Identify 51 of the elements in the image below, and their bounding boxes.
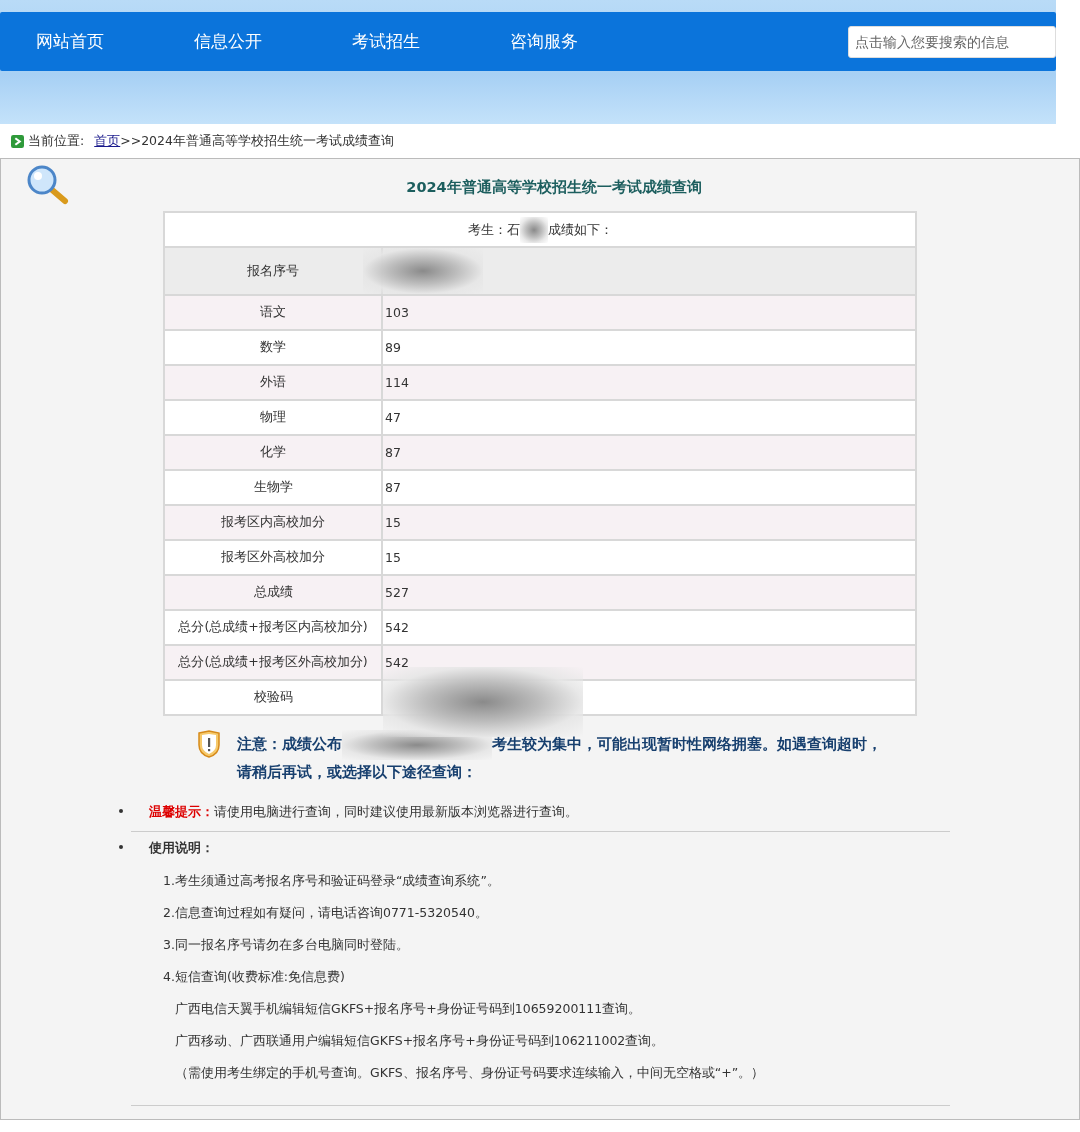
instruction-text: 3.同一报名序号请勿在多台电脑同时登陆。 [162,937,410,954]
candidate-text: 考生：石 [467,221,520,236]
table-cell: 87 [382,470,916,505]
nav-link[interactable]: 网站首页 [36,30,194,53]
instruction-text: 4.短信查询(收费标准:免信息费) [162,969,346,986]
candidate-text: 成绩如下： [547,221,613,236]
notice-text: 请稍后再试，或选择以下途径查询： [237,763,478,782]
table-cell: 15 [382,540,916,575]
notice-text: 注意：成绩公布 [237,736,342,752]
instruction-text: 1.考生须通过高考报名序号和验证码登录“成绩查询系统”。 [162,873,501,890]
search-field[interactable]: 点击输入您要搜索的信息 [848,25,1056,58]
table-cell: 报考区内高校加分 [164,505,382,540]
table-cell: 数学 [164,330,382,365]
bullet-icon [119,845,123,849]
breadcrumb-label: 当前位置: [28,132,85,150]
warning-icon [197,730,221,758]
table-cell: 报考区外高校加分 [164,540,382,575]
instruction-text: 广西移动、广西联通用户编辑短信GKFS+报名序号+身份证号码到106211002查询。 [174,1033,666,1050]
breadcrumb-text: >>2024年普通高等学校招生统一考试成绩查询 [120,132,394,150]
table-cell: 校验码 [164,680,382,715]
table-cell: 103 [382,295,916,330]
instruction-text: （需使用考生绑定的手机号查询。GKFS、报名序号、身份证号码要求连续输入，中间无空格或“+”。） [174,1065,765,1082]
table-cell: 总成绩 [164,575,382,610]
table-cell: 47 [382,400,916,435]
page-title: 2024年普通高等学校招生统一考试成绩查询 [405,178,703,197]
table-cell: 114 [382,365,916,400]
search-icon [25,165,69,205]
nav-link[interactable]: 咨询服务 [510,30,668,53]
redaction-mark [519,216,548,243]
table-cell: 化学 [164,435,382,470]
table-cell: 87 [382,435,916,470]
nav-link[interactable]: 信息公开 [194,30,352,53]
table-cell: 总分(总成绩+报考区内高校加分) [164,610,382,645]
table-cell: 外语 [164,365,382,400]
arrow-icon [11,134,24,148]
table-cell: 总分(总成绩+报考区外高校加分) [164,645,382,680]
home-link[interactable]: 首页 [94,132,121,150]
table-cell: 物理 [164,400,382,435]
table-cell: 527 [382,575,916,610]
nav-link[interactable]: 考试招生 [352,30,510,53]
instruction-text: 2.信息查询过程如有疑问，请电话咨询0771-5320540。 [162,905,489,922]
notice-text: 考生较为集中，可能出现暂时性网络拥塞。如遇查询超时， [492,736,882,752]
table-cell: 语文 [164,295,382,330]
table-cell: 生物学 [164,470,382,505]
table-cell: 89 [382,330,916,365]
instruction-text: 广西电信天翼手机编辑短信GKFS+报名序号+身份证号码到10659200111查询。 [174,1001,643,1018]
table-cell: 542 [382,610,916,645]
tip-text: 温馨提示：请使用电脑进行查询，同时建议使用最新版本浏览器进行查询。 [148,803,578,821]
bullet-icon [119,809,123,813]
section-heading: 使用说明： [149,840,215,857]
table-cell: 15 [382,505,916,540]
